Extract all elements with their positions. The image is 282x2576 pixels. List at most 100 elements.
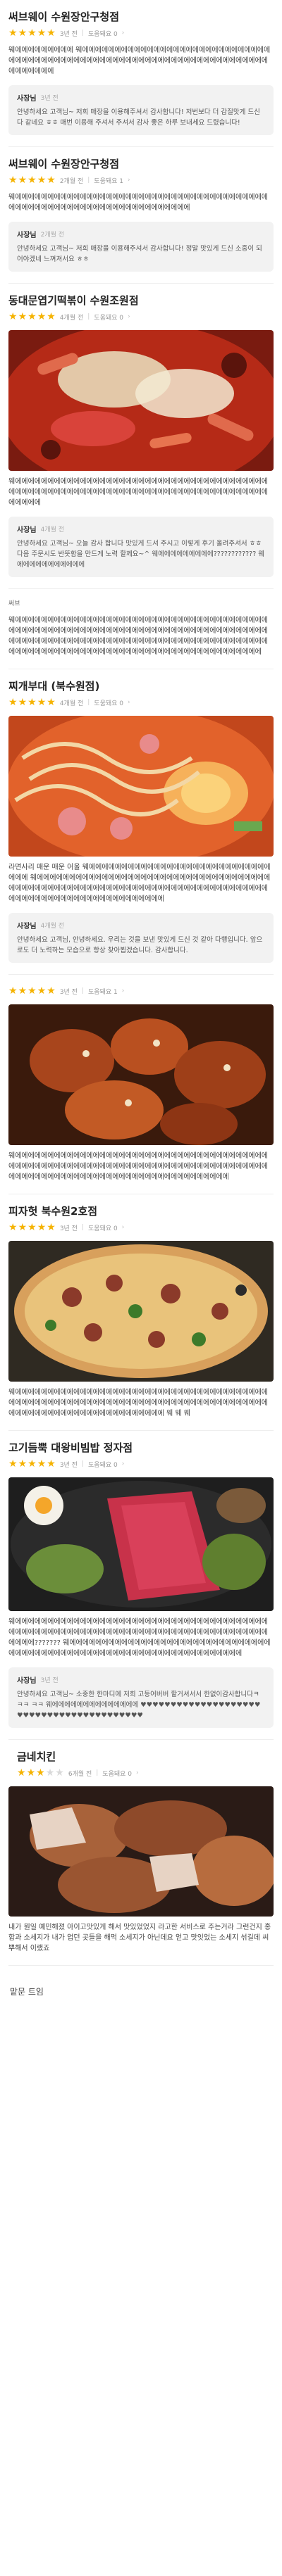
star-rating: ★ ★ ★ ★ ★	[8, 311, 56, 322]
food-photo-image	[8, 1477, 274, 1611]
review-text: 웨에에에에에에에에에에에에에에에에에에에에에에에에에에에에에에에에에에에에에에에…	[8, 478, 268, 507]
review-photo-budae[interactable]	[8, 716, 274, 857]
helpful-count[interactable]: 도움돼요 0	[88, 1460, 118, 1469]
review-date: 4개월 전	[59, 314, 84, 322]
review-photo-tteokbokki[interactable]	[8, 330, 274, 471]
store-name-link[interactable]: 동대문엽기떡볶이 수원조원점	[8, 284, 274, 308]
star-icon: ★	[47, 1458, 56, 1470]
reply-text: 안녕하세요 고객님~ 저희 매장을 이용해주셔서 감사합니다! 저번보다 더 감…	[17, 108, 260, 127]
star-icon: ★	[8, 1458, 18, 1470]
star-icon: ★	[47, 27, 56, 39]
star-icon: ★	[27, 1222, 37, 1233]
star-icon: ★	[36, 1767, 45, 1779]
review-text: 웨에에에에에에에에에에에에에에에에에에에에에에에에에에에에에에에에에에에에에에에…	[8, 1389, 268, 1418]
review-photo-grill[interactable]	[8, 1786, 274, 1917]
divider	[8, 974, 274, 975]
food-photo-image	[8, 1241, 274, 1382]
star-icon: ★	[37, 1222, 47, 1233]
review-item: 써브웨이 수원장안구청점 ★ ★ ★ ★ ★ 3년 전 | 도움돼요 0 › 웨에에에에…	[0, 0, 282, 147]
store-name-link[interactable]: 써브웨이 수원장안구청점	[8, 0, 274, 24]
store-name-link[interactable]: 써브웨이 수원장안구청점	[8, 147, 274, 171]
star-icon: ★	[8, 27, 18, 39]
star-icon: ★	[27, 311, 37, 322]
meta-separator: |	[81, 1224, 85, 1231]
reply-author: 사장님	[17, 526, 37, 534]
meta-separator: |	[87, 177, 90, 184]
review-date: 3년 전	[59, 988, 78, 996]
chevron-right-icon: ›	[128, 177, 130, 184]
review-item: 고기듬뿍 대왕비빔밥 정자점 ★★★★★ 3년 전 | 도움돼요 0 ›	[0, 1431, 282, 1740]
reply-text: 안녕하세요 고객님~ 소중한 한마디에 저희 고등어버버 할거셔서서 한없이감사…	[17, 1691, 261, 1719]
meta-separator: |	[96, 1769, 99, 1776]
reply-text: 안녕하세요 고객님~ 오늘 감사 합니다 맛있게 드셔 주시고 이렇게 후기 올…	[17, 540, 265, 569]
star-rating: ★ ★ ★ ★ ★	[8, 175, 56, 186]
review-list-page: 써브웨이 수원장안구청점 ★ ★ ★ ★ ★ 3년 전 | 도움돼요 0 › 웨에에에에…	[0, 0, 282, 2576]
star-icon: ★	[27, 985, 37, 997]
star-rating: ★ ★ ★ ★ ★	[8, 985, 56, 997]
star-icon: ★	[27, 175, 37, 186]
helpful-count[interactable]: 도움돼요 0	[94, 698, 123, 707]
star-icon: ★	[8, 1222, 18, 1233]
star-icon: ★	[47, 175, 56, 186]
chevron-right-icon: ›	[121, 1460, 125, 1467]
review-date: 2개월 전	[59, 177, 84, 185]
star-icon: ★	[37, 697, 47, 708]
reply-author: 사장님	[17, 232, 37, 239]
helpful-count[interactable]: 도움돼요 0	[88, 1223, 118, 1232]
helpful-count[interactable]: 도움돼요 0	[102, 1769, 132, 1778]
helpful-count[interactable]: 도움돼요 0	[88, 29, 118, 38]
star-icon: ★	[27, 27, 37, 39]
helpful-count[interactable]: 도움돼요 0	[94, 312, 123, 322]
chevron-right-icon: ›	[128, 699, 130, 706]
star-icon: ★	[37, 311, 47, 322]
food-photo-image	[8, 716, 274, 857]
store-name-link[interactable]: 고기듬뿍 대왕비빔밥 정자점	[8, 1431, 274, 1455]
star-icon: ★	[37, 1458, 47, 1470]
reply-author: 사장님	[17, 95, 37, 103]
reply-date: 3년 전	[40, 1677, 59, 1684]
star-icon: ★	[8, 697, 18, 708]
meta-separator: |	[87, 313, 90, 320]
review-photo-pizza[interactable]	[8, 1241, 274, 1382]
star-icon: ★	[27, 1458, 37, 1470]
chevron-right-icon: ›	[121, 30, 125, 37]
review-photo-bibimbap[interactable]	[8, 1477, 274, 1611]
star-icon: ★	[26, 1767, 36, 1779]
review-text: 웨에에에에에에에에에에에에에에에에에에에에에에에에에에에에에에에에에에에에에에에…	[8, 1618, 271, 1658]
star-icon: ★	[27, 697, 37, 708]
star-icon: ★	[8, 311, 18, 322]
meta-separator: |	[87, 699, 90, 706]
review-item: 써브 웨에에에에에에에에에에에에에에에에에에에에에에에에에에에에에에에에에에에에…	[0, 599, 282, 669]
chevron-right-icon: ›	[128, 313, 130, 320]
star-icon: ★	[18, 1222, 27, 1233]
food-photo-image	[8, 1786, 274, 1917]
food-photo-image	[8, 1004, 274, 1145]
review-date: 3년 전	[59, 1225, 78, 1232]
review-text: 웨에에에에에에에에에에에에에에에에에에에에에에에에에에에에에에에에에에에에에에에…	[8, 1152, 268, 1181]
chevron-right-icon: ›	[136, 1769, 139, 1776]
helpful-count[interactable]: 도움돼요 1	[94, 176, 123, 185]
store-name-link[interactable]: 찌개부대 (북수원점)	[8, 669, 274, 693]
star-rating: ★ ★ ★ ★ ★	[8, 1222, 56, 1233]
star-icon: ★	[8, 985, 18, 997]
meta-separator: |	[81, 987, 85, 995]
store-name-link[interactable]: 금네치킨	[8, 1740, 274, 1764]
review-date: 4개월 전	[59, 700, 84, 707]
helpful-count[interactable]: 도움돼요 1	[88, 987, 118, 996]
review-meta: ★ ★ ★ ★ ★ 4개월 전 | 도움돼요 0 ›	[8, 310, 274, 323]
reply-date: 3년 전	[40, 95, 59, 102]
review-item: 피자헛 북수원2호점 ★ ★ ★ ★ ★ 3년 전 | 도움돼요 0 › 웨에에…	[0, 1194, 282, 1431]
review-item: 써브웨이 수원장안구청점 ★ ★ ★ ★ ★ 2개월 전 | 도움돼요 1 › 웨에에에…	[0, 147, 282, 284]
reply-author: 사장님	[17, 1677, 37, 1685]
star-icon: ★	[18, 311, 27, 322]
star-icon: ★	[17, 1767, 26, 1779]
store-name-link[interactable]: 피자헛 북수원2호점	[8, 1194, 274, 1218]
star-rating: ★ ★ ★ ★ ★	[8, 27, 56, 39]
review-photo-chicken[interactable]	[8, 1004, 274, 1145]
review-meta: ★ ★ ★ ★ ★ 6개월 전 | 도움돼요 0 ›	[8, 1767, 274, 1779]
star-icon: ★	[18, 697, 27, 708]
review-date: 6개월 전	[68, 1770, 92, 1778]
star-rating: ★ ★ ★ ★ ★	[17, 1767, 64, 1779]
star-icon: ★	[37, 985, 47, 997]
reply-date: 2개월 전	[40, 232, 65, 239]
